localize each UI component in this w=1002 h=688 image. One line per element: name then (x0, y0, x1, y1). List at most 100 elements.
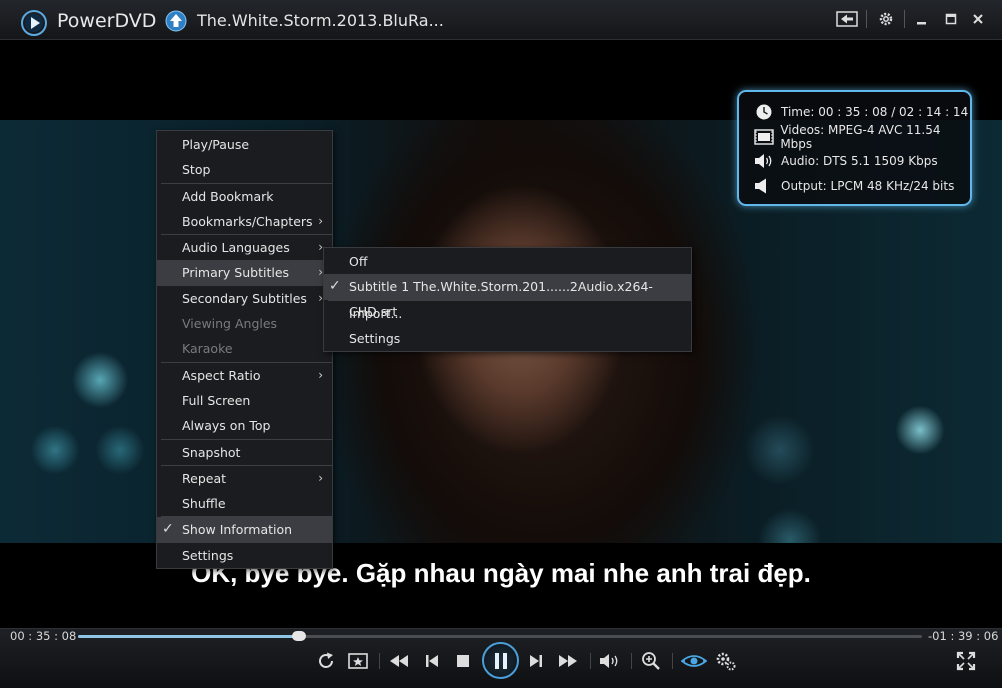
menu-item-aspect-ratio[interactable]: Aspect Ratio › (157, 363, 332, 388)
menu-label: Primary Subtitles (182, 265, 290, 281)
menu-button[interactable] (346, 650, 370, 672)
menu-label: Aspect Ratio (182, 367, 261, 383)
menu-item-full-screen[interactable]: Full Screen (157, 388, 332, 413)
menu-item-audio-languages[interactable]: Audio Languages › (157, 235, 332, 260)
settings-button[interactable] (876, 8, 896, 30)
info-output-row: Output: LPCM 48 KHz/24 bits (753, 174, 970, 199)
close-icon (973, 14, 983, 24)
mini-mode-button[interactable] (835, 8, 859, 30)
speaker-output-icon (753, 177, 775, 195)
mini-mode-icon (836, 11, 858, 27)
gear-icon (879, 12, 893, 26)
menu-label: Karaoke (182, 341, 233, 357)
menu-label: Settings (182, 547, 234, 563)
speaker-icon (753, 152, 775, 170)
menu-label: Audio Languages (182, 240, 290, 256)
menu-label: Stop (182, 162, 211, 178)
menu-label: Repeat (182, 470, 227, 486)
control-divider (379, 653, 380, 669)
submenu-arrow-icon: › (318, 367, 323, 382)
fullscreen-button[interactable] (955, 650, 977, 672)
seek-bar-handle[interactable] (292, 631, 307, 641)
menu-item-primary-subtitles[interactable]: Primary Subtitles › (157, 260, 332, 286)
menu-item-repeat[interactable]: Repeat › (157, 466, 332, 491)
checkmark-icon: ✓ (329, 278, 341, 295)
control-divider (672, 653, 673, 669)
info-audio: Audio: DTS 5.1 1509 Kbps (781, 154, 938, 169)
title-bar: PowerDVD The.White.Storm.2013.BluRa... (0, 0, 1002, 40)
menu-item-secondary-subtitles[interactable]: Secondary Subtitles › (157, 286, 332, 311)
info-time: Time: 00 : 35 : 08 / 02 : 14 : 14 (781, 105, 969, 120)
seek-bar[interactable] (78, 631, 922, 641)
menu-item-always-on-top[interactable]: Always on Top (157, 413, 332, 438)
fast-forward-button[interactable] (556, 650, 580, 672)
rewind-button[interactable] (387, 650, 411, 672)
replay-icon (319, 652, 333, 668)
pause-icon (494, 652, 507, 669)
zoom-button[interactable] (640, 650, 662, 672)
menu-label: Viewing Angles (182, 316, 278, 332)
menu-item-add-bookmark[interactable]: Add Bookmark (157, 184, 332, 209)
menu-label: Shuffle (182, 496, 226, 512)
stop-button[interactable] (453, 650, 473, 672)
film-icon (753, 128, 774, 146)
menu-item-karaoke: Karaoke (157, 336, 332, 361)
menu-item-snapshot[interactable]: Snapshot (157, 440, 332, 465)
menu-label: Bookmarks/Chapters (182, 213, 313, 229)
powerdvd-logo-icon (21, 10, 47, 36)
menu-item-settings[interactable]: Settings (157, 543, 332, 568)
disc-menu-icon (348, 653, 368, 669)
clock-icon (753, 103, 775, 121)
subtitle-submenu: Off ✓ Subtitle 1 The.White.Storm.201.....… (323, 247, 692, 353)
submenu-item-off[interactable]: Off (324, 249, 691, 274)
fullscreen-icon (956, 651, 976, 671)
elapsed-time: 00 : 35 : 08 (10, 629, 77, 643)
control-bar: 00 : 35 : 08 -01 : 39 : 06 (0, 628, 1002, 688)
checkmark-icon: ✓ (162, 521, 174, 538)
menu-label: Secondary Subtitles (182, 290, 307, 306)
menu-label: Show Information (182, 522, 293, 538)
menu-label: Play/Pause (182, 137, 250, 152)
control-divider (590, 653, 591, 669)
skip-previous-icon (426, 655, 438, 667)
submenu-item-settings[interactable]: Settings (324, 326, 691, 351)
info-audio-row: Audio: DTS 5.1 1509 Kbps (753, 149, 970, 174)
media-up-icon[interactable] (165, 10, 187, 32)
minimize-button[interactable] (914, 8, 930, 30)
file-title: The.White.Storm.2013.BluRa... (197, 11, 444, 30)
maximize-button[interactable] (943, 8, 959, 30)
menu-label: Add Bookmark (182, 188, 274, 204)
menu-label: Settings (349, 330, 401, 346)
subtitle-text: OK, bye bye. Gặp nhau ngày mai nhe anh t… (191, 558, 811, 588)
replay-button[interactable] (315, 650, 337, 672)
close-button[interactable] (970, 8, 986, 30)
volume-button[interactable] (598, 650, 622, 672)
menu-item-bookmarks-chapters[interactable]: Bookmarks/Chapters › (157, 209, 332, 234)
skip-next-icon (530, 655, 542, 667)
context-menu: Play/Pause Stop Add Bookmark Bookmarks/C… (156, 130, 333, 570)
pause-button[interactable] (482, 642, 519, 679)
menu-item-shuffle[interactable]: Shuffle (157, 491, 332, 516)
submenu-item-import[interactable]: Import... (324, 301, 691, 326)
menu-item-stop[interactable]: Stop (157, 157, 332, 182)
menu-label: Import... (349, 305, 403, 321)
trueview-button[interactable] (680, 650, 708, 672)
stop-icon (457, 655, 469, 667)
advanced-settings-button[interactable] (714, 650, 738, 672)
menu-item-play-pause[interactable]: Play/Pause (157, 132, 332, 157)
menu-label: Always on Top (182, 418, 271, 434)
seek-bar-progress (78, 635, 300, 638)
rewind-icon (390, 655, 408, 667)
gears-icon (716, 652, 736, 671)
maximize-icon (945, 13, 957, 25)
submenu-item-subtitle-1[interactable]: ✓ Subtitle 1 The.White.Storm.201......2Au… (324, 274, 691, 319)
menu-label: Off (349, 254, 368, 269)
submenu-arrow-icon: › (318, 470, 323, 485)
menu-item-show-information[interactable]: ✓ Show Information (157, 517, 332, 543)
titlebar-divider (904, 10, 905, 28)
submenu-arrow-icon: › (318, 213, 323, 228)
previous-button[interactable] (422, 650, 442, 672)
app-name: PowerDVD (57, 10, 157, 32)
menu-item-viewing-angles: Viewing Angles (157, 311, 332, 336)
next-button[interactable] (526, 650, 546, 672)
